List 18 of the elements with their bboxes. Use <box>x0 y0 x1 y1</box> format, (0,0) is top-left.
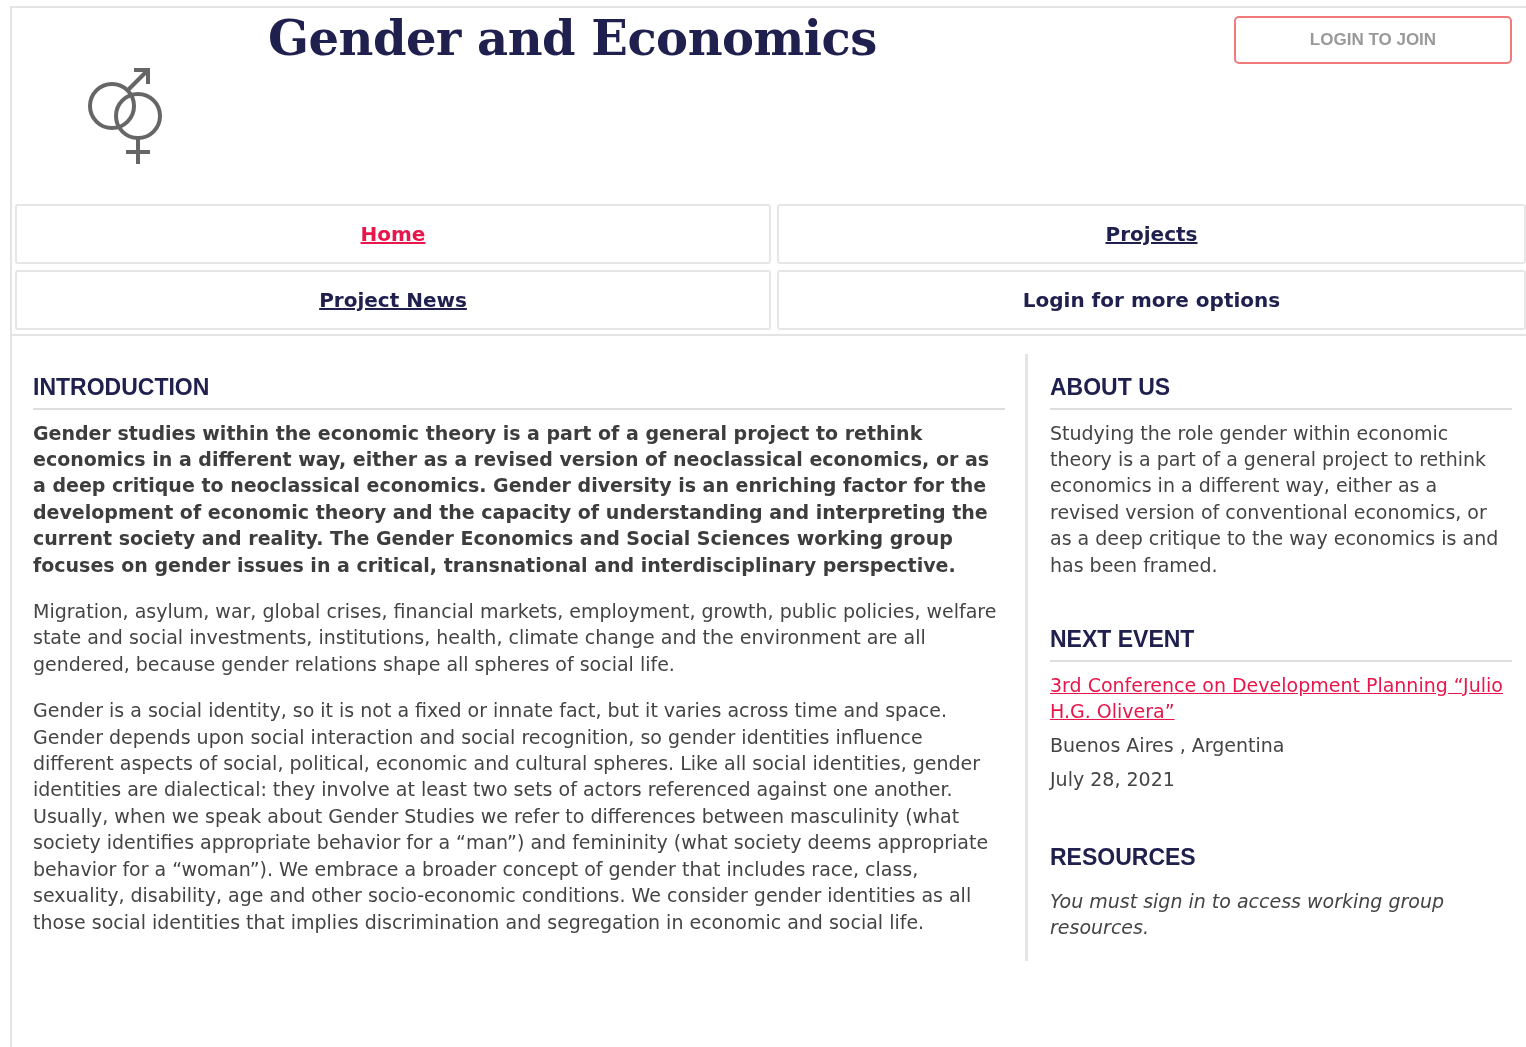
event-date: July 28, 2021 <box>1050 767 1176 793</box>
event-link[interactable]: 3rd Conference on Development Planning “Julio H.G. Olivera” <box>1050 671 1512 724</box>
nav-link[interactable]: Home <box>360 219 426 249</box>
login-button[interactable]: LOGIN TO JOIN <box>1234 16 1512 64</box>
event-location: Buenos Aires , Argentina <box>1050 732 1286 758</box>
section-heading: INTRODUCTION <box>33 374 1005 410</box>
nav-label: Login for more options <box>1022 287 1281 314</box>
section-heading: RESOURCES <box>1050 844 1197 873</box>
paragraph: Migration, asylum, war, global crises, financial markets, employment, growth, public policies, welfare state and social investments, institutions, health, climate change and the environment are all gendered, because gender relations shape all spheres of social life. <box>33 599 998 677</box>
sign-in-note: You must sign in to access working group resources. <box>1050 889 1446 941</box>
section-heading: ABOUT US <box>1050 374 1512 410</box>
nav-link[interactable]: Project News <box>319 285 467 315</box>
site-title: Gender and Economics <box>268 10 877 68</box>
paragraph: Studying the role gender within economic theory is a part of a general project to rethink economics in a different way, either as a revised version of conventional economics, or as a deep critique to the way economics is and has been framed. <box>1050 420 1500 578</box>
nav-link[interactable]: Projects <box>1105 219 1198 249</box>
paragraph: Gender studies within the economic theory is a part of a general project to rethink economics in a different way, either as a revised version of neoclassical economics, or as a deep critique to neoclassical economics. Gender diversity is an enriching factor for the development of economic theory and the capacity of understanding and interpreting the current society and reality. The Gender Economics and Social Sciences working group focuses on gender issues in a critical, transnational and interdisciplinary perspective. <box>33 420 991 578</box>
paragraph: Gender is a social identity, so it is not a fixed or innate fact, but it varies across time and space. Gender depends upon social interaction and social recognition, so gender identities influence different aspects of social, political, economic and cultural spheres. Like all social identities, gender identities are dialectical: they involve at least two sets of actors referenced against one another. Usually, when we speak about Gender Studies we refer to differences between masculinity (what society identifies appropriate behavior for a “man”) and femininity (what society deems appropriate behavior for a “woman”). We embrace a broader concept of gender that includes race, class, sexuality, disability, age and other socio-economic conditions. We consider gender identities as all those social identities that implies discrimination and segregation in economic and social life. <box>33 698 990 935</box>
section-heading: NEXT EVENT <box>1050 626 1512 662</box>
